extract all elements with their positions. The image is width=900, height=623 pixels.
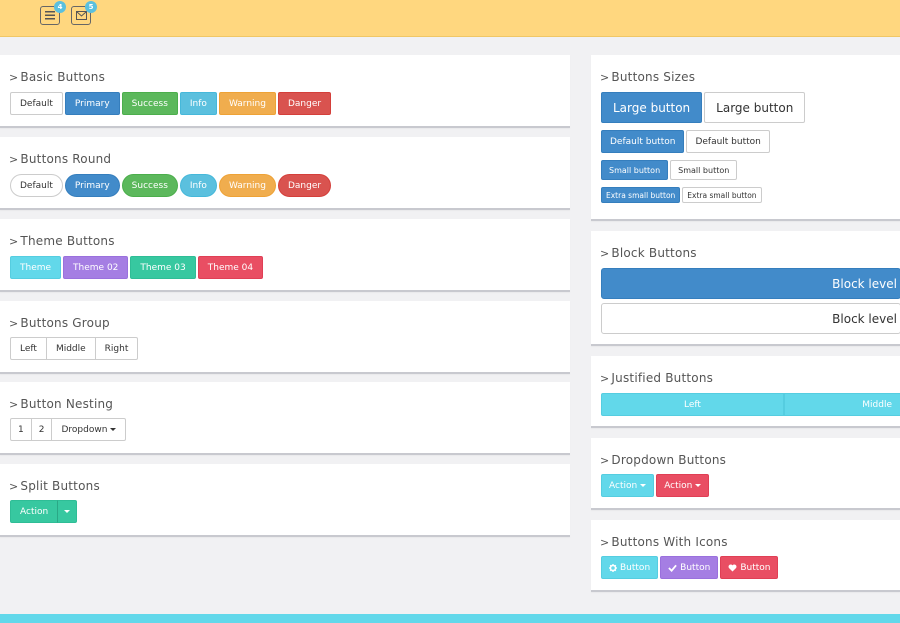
chevron-right-icon: > bbox=[600, 70, 610, 84]
basic-buttons-card: > Basic Buttons Default Primary Success I… bbox=[0, 55, 570, 128]
split-button-group: Action bbox=[10, 500, 78, 523]
caret-down-icon bbox=[640, 484, 647, 487]
card-title: > Split Buttons bbox=[9, 479, 100, 493]
block-buttons-card: >Block Buttons Block level bu Block leve… bbox=[591, 231, 900, 346]
button-group: Left Middle Right bbox=[10, 337, 139, 360]
split-buttons-card: > Split Buttons Action bbox=[0, 464, 570, 537]
card-title: > Buttons Sizes bbox=[600, 70, 696, 84]
gear-icon bbox=[609, 563, 617, 572]
chevron-right-icon: > bbox=[9, 152, 19, 166]
block-default-button[interactable]: Block level bu bbox=[601, 303, 900, 334]
button-nesting-card: > Button Nesting 1 2 Dropdown bbox=[0, 382, 570, 455]
page-1-button[interactable]: 1 bbox=[10, 418, 32, 441]
button-sizes-card: > Buttons Sizes Large button Large button… bbox=[591, 55, 900, 221]
buttons-group-card: > Buttons Group Left Middle Right bbox=[0, 301, 570, 374]
page-2-button[interactable]: 2 bbox=[30, 418, 53, 441]
chevron-right-icon: > bbox=[600, 453, 610, 467]
icon-buttons-card: > Buttons With Icons Button Button Button bbox=[591, 520, 900, 592]
card-title: > Buttons Group bbox=[9, 316, 110, 330]
xsmall-primary-button[interactable]: Extra small button bbox=[601, 187, 681, 203]
theme-button[interactable]: Theme bbox=[10, 256, 62, 279]
card-title: > Buttons Round bbox=[9, 152, 112, 166]
footer-bar bbox=[0, 614, 900, 623]
heart-icon bbox=[728, 564, 737, 572]
danger-round-button[interactable]: Danger bbox=[277, 174, 332, 197]
card-title: > Theme Buttons bbox=[9, 234, 115, 248]
primary-button[interactable]: Primary bbox=[64, 92, 120, 115]
chevron-right-icon: > bbox=[9, 316, 19, 330]
chevron-right-icon: > bbox=[9, 479, 19, 493]
dropdown-action-button[interactable]: Action bbox=[601, 474, 655, 497]
default-button[interactable]: Default bbox=[10, 92, 63, 115]
small-default-button[interactable]: Small button bbox=[670, 160, 738, 180]
primary-round-button[interactable]: Primary bbox=[64, 174, 120, 197]
warning-round-button[interactable]: Warning bbox=[218, 174, 276, 197]
chevron-right-icon: > bbox=[600, 371, 610, 385]
caret-down-icon bbox=[110, 428, 117, 431]
dropdown-button[interactable]: Dropdown bbox=[51, 418, 127, 441]
round-buttons-card: > Buttons Round Default Primary Success I… bbox=[0, 137, 570, 210]
middle-button[interactable]: Middle bbox=[45, 337, 96, 360]
check-button[interactable]: Button bbox=[660, 556, 719, 579]
info-round-button[interactable]: Info bbox=[179, 174, 217, 197]
split-action-button[interactable]: Action bbox=[10, 500, 59, 523]
card-title: > Basic Buttons bbox=[9, 70, 106, 84]
heart-button[interactable]: Button bbox=[720, 556, 779, 579]
card-title: > Justified Buttons bbox=[600, 371, 714, 385]
chevron-right-icon: > bbox=[9, 70, 19, 84]
gear-button[interactable]: Button bbox=[601, 556, 659, 579]
large-default-button[interactable]: Large button bbox=[704, 92, 806, 123]
caret-down-icon bbox=[64, 510, 71, 513]
danger-button[interactable]: Danger bbox=[277, 92, 332, 115]
card-title: > Block Buttons bbox=[600, 246, 697, 260]
dropdown-buttons-card: > Dropdown Buttons Action Action bbox=[591, 438, 900, 510]
left-button[interactable]: Left bbox=[10, 337, 47, 360]
list-icon-button[interactable]: 4 bbox=[40, 1, 66, 25]
justified-button-group: Left Middle bbox=[601, 393, 900, 416]
split-toggle-button[interactable] bbox=[57, 500, 78, 523]
list-icon bbox=[45, 11, 55, 20]
default-size-default-button[interactable]: Default button bbox=[686, 130, 770, 153]
justified-left-button[interactable]: Left bbox=[601, 393, 784, 416]
right-button[interactable]: Right bbox=[94, 337, 139, 360]
dropdown-action-danger-button[interactable]: Action bbox=[656, 474, 710, 497]
notification-badge: 4 bbox=[54, 1, 66, 13]
info-button[interactable]: Info bbox=[179, 92, 217, 115]
chevron-right-icon: > bbox=[600, 246, 610, 260]
justified-buttons-card: > Justified Buttons Left Middle bbox=[591, 356, 900, 428]
nested-button-group: 1 2 Dropdown bbox=[10, 418, 127, 441]
xsmall-default-button[interactable]: Extra small button bbox=[682, 187, 762, 203]
warning-button[interactable]: Warning bbox=[218, 92, 276, 115]
mail-icon-button[interactable]: 5 bbox=[71, 1, 97, 25]
large-primary-button[interactable]: Large button bbox=[601, 92, 703, 123]
success-round-button[interactable]: Success bbox=[121, 174, 178, 197]
chevron-right-icon: > bbox=[9, 397, 19, 411]
small-primary-button[interactable]: Small button bbox=[601, 160, 669, 180]
card-title: > Buttons With Icons bbox=[600, 535, 728, 549]
chevron-right-icon: > bbox=[9, 234, 19, 248]
check-icon bbox=[668, 564, 677, 572]
caret-down-icon bbox=[695, 484, 702, 487]
card-title: > Dropdown Buttons bbox=[600, 453, 727, 467]
success-button[interactable]: Success bbox=[121, 92, 178, 115]
theme-03-button[interactable]: Theme 03 bbox=[130, 256, 196, 279]
justified-middle-button[interactable]: Middle bbox=[784, 393, 900, 416]
top-navbar: 4 5 bbox=[0, 0, 900, 37]
default-round-button[interactable]: Default bbox=[10, 174, 63, 197]
theme-04-button[interactable]: Theme 04 bbox=[197, 256, 264, 279]
theme-02-button[interactable]: Theme 02 bbox=[63, 256, 129, 279]
chevron-right-icon: > bbox=[600, 535, 610, 549]
mail-icon bbox=[75, 11, 87, 20]
theme-buttons-card: > Theme Buttons Theme Theme 02 Theme 03 T… bbox=[0, 219, 570, 292]
message-badge: 5 bbox=[85, 1, 97, 13]
block-primary-button[interactable]: Block level bu bbox=[601, 268, 900, 299]
default-size-primary-button[interactable]: Default button bbox=[601, 130, 685, 153]
card-title: > Button Nesting bbox=[9, 397, 114, 411]
